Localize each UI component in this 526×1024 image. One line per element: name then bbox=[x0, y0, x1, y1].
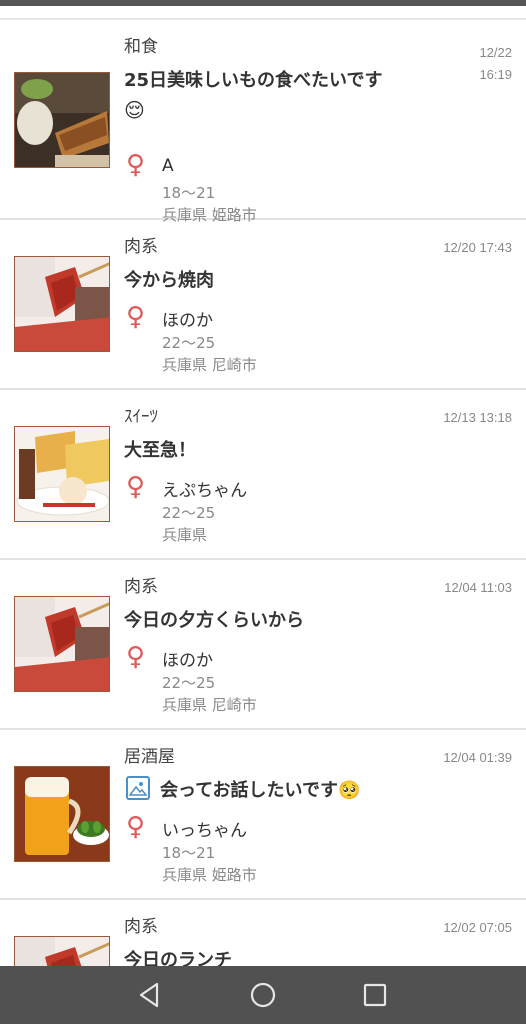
user-age: 22〜25 bbox=[162, 334, 216, 352]
post-title: 今日の夕方くらいから bbox=[124, 610, 304, 631]
post-title: 今から焼肉 bbox=[124, 270, 214, 291]
female-icon: ♀ bbox=[126, 472, 146, 502]
post-date-time: 16:19 bbox=[479, 67, 512, 82]
list-item[interactable]: 和食 12/22 16:19 25日美味しいもの食べたいです 😌 ♀ A 18〜… bbox=[0, 20, 526, 224]
post-title: 今日のランチ bbox=[124, 950, 232, 966]
user-age: 22〜25 bbox=[162, 504, 216, 522]
user-age: 18〜21 bbox=[162, 844, 216, 862]
list-item[interactable]: ｽｲｰﾂ 12/13 13:18 大至急！ ♀ えぷちゃん 22〜25 兵庫県 bbox=[0, 390, 526, 560]
post-category: 肉系 bbox=[124, 577, 158, 597]
user-name: ほのか bbox=[162, 311, 213, 331]
post-title: 会ってお話したいです🥺 bbox=[160, 780, 361, 801]
list-item[interactable]: 肉系 12/04 11:03 今日の夕方くらいから ♀ ほのか 22〜25 兵庫… bbox=[0, 560, 526, 730]
user-age: 22〜25 bbox=[162, 674, 216, 692]
list-item[interactable]: 肉系 12/02 07:05 今日のランチ bbox=[0, 900, 526, 966]
post-date-day: 12/22 bbox=[479, 45, 512, 60]
female-icon: ♀ bbox=[126, 150, 146, 180]
relieved-emoji: 😌 bbox=[124, 98, 145, 122]
user-name: えぷちゃん bbox=[162, 481, 248, 501]
post-thumbnail bbox=[14, 766, 110, 862]
user-name: いっちゃん bbox=[162, 821, 247, 841]
post-title-text: 25日美味しいもの食べたいです bbox=[124, 70, 383, 91]
post-category: 居酒屋 bbox=[124, 747, 175, 767]
female-icon: ♀ bbox=[126, 302, 146, 332]
post-thumbnail bbox=[14, 596, 110, 692]
post-category: 肉系 bbox=[124, 917, 158, 937]
post-date: 12/13 13:18 bbox=[443, 410, 512, 425]
post-date: 12/04 11:03 bbox=[444, 580, 512, 595]
post-date: 12/20 17:43 bbox=[443, 240, 512, 255]
user-location: 兵庫県 尼崎市 bbox=[162, 356, 257, 374]
post-thumbnail bbox=[14, 256, 110, 352]
list-item[interactable]: 肉系 12/20 17:43 今から焼肉 ♀ ほのか 22〜25 兵庫県 尼崎市 bbox=[0, 220, 526, 390]
post-category: 肉系 bbox=[124, 237, 158, 257]
list-item[interactable]: 居酒屋 12/04 01:39 会ってお話したいです🥺 ♀ いっちゃん 18〜2… bbox=[0, 730, 526, 900]
post-list: 和食 12/22 16:19 25日美味しいもの食べたいです 😌 ♀ A 18〜… bbox=[0, 20, 526, 966]
user-location: 兵庫県 尼崎市 bbox=[162, 696, 257, 714]
post-thumbnail bbox=[14, 426, 110, 522]
user-name: ほのか bbox=[162, 651, 213, 671]
top-edge bbox=[0, 0, 526, 6]
image-icon bbox=[126, 776, 150, 800]
post-thumbnail bbox=[14, 936, 110, 966]
square-recent-icon[interactable] bbox=[360, 980, 390, 1010]
post-title: 大至急！ bbox=[124, 440, 196, 461]
female-icon: ♀ bbox=[126, 812, 146, 842]
user-age: 18〜21 bbox=[162, 184, 216, 202]
user-name: A bbox=[162, 156, 174, 176]
post-date: 12/04 01:39 bbox=[443, 750, 512, 765]
user-location: 兵庫県 姫路市 bbox=[162, 866, 257, 884]
circle-home-icon[interactable] bbox=[248, 980, 278, 1010]
triangle-back-icon[interactable] bbox=[135, 980, 165, 1010]
post-date: 12/22 16:19 bbox=[479, 42, 512, 86]
post-category: 和食 bbox=[124, 37, 158, 57]
user-location: 兵庫県 bbox=[162, 526, 208, 544]
post-title: 25日美味しいもの食べたいです 😌 bbox=[124, 66, 424, 122]
post-thumbnail bbox=[14, 72, 110, 168]
post-date: 12/02 07:05 bbox=[443, 920, 512, 935]
android-nav-bar bbox=[0, 966, 526, 1024]
female-icon: ♀ bbox=[126, 642, 146, 672]
post-category: ｽｲｰﾂ bbox=[124, 407, 158, 427]
